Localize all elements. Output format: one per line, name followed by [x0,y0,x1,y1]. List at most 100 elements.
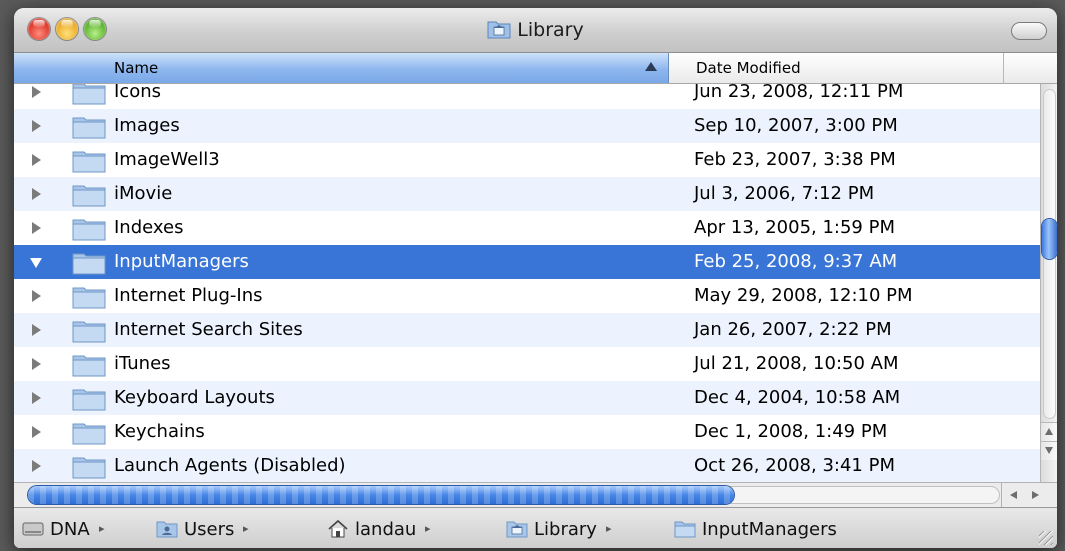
file-name: Keyboard Layouts [114,387,275,408]
disclosure-closed-icon[interactable] [32,460,41,472]
date-modified: Apr 13, 2005, 1:59 PM [694,217,895,238]
scrollbar-divider [1001,483,1002,507]
list-item[interactable]: Keychains Dec 1, 2008, 1:49 PM [14,415,1040,449]
scroll-down-arrow-icon[interactable] [1041,441,1057,460]
file-name: Indexes [114,217,184,238]
path-item-label: Library [534,519,597,540]
disclosure-closed-icon[interactable] [32,426,41,438]
vertical-scrollbar[interactable] [1040,84,1057,482]
home-icon [327,519,349,544]
folder-icon [72,353,106,377]
path-item-label: DNA [50,519,90,540]
folder-icon [72,217,106,241]
date-modified: Jun 23, 2008, 12:11 PM [694,84,904,102]
path-separator-icon: ▸ [99,522,105,535]
path-bar: DNA ▸ Users ▸ landau ▸ Library ▸ InputManagers [14,507,1057,548]
name-column-label: Name [114,59,159,77]
folder-icon [72,387,106,411]
list-item[interactable]: Icons Jun 23, 2008, 12:11 PM [14,84,1040,109]
file-name: ImageWell3 [114,149,220,170]
file-name: Images [114,115,180,136]
file-name: InputManagers [114,251,249,272]
list-item[interactable]: Internet Search Sites Jan 26, 2007, 2:22 … [14,313,1040,347]
date-modified: Jan 26, 2007, 2:22 PM [694,319,892,340]
library-folder-icon [506,519,528,544]
path-item[interactable]: landau [327,519,416,544]
resize-grip-icon[interactable] [1039,531,1053,545]
date-modified: Jul 3, 2006, 7:12 PM [694,183,875,204]
list-item[interactable]: ImageWell3 Feb 23, 2007, 3:38 PM [14,143,1040,177]
disclosure-closed-icon[interactable] [32,392,41,404]
folder-icon [72,421,106,445]
list-item[interactable]: Internet Plug-Ins May 29, 2008, 12:10 PM [14,279,1040,313]
window-title-text: Library [517,19,584,41]
date-modified: May 29, 2008, 12:10 PM [694,285,913,306]
disclosure-closed-icon[interactable] [32,358,41,370]
date-modified: Feb 23, 2007, 3:38 PM [694,149,896,170]
list-item[interactable]: Launch Agents (Disabled) Oct 26, 2008, 3:… [14,449,1040,482]
scroll-left-arrow-icon[interactable] [1004,485,1022,505]
date-modified: Sep 10, 2007, 3:00 PM [694,115,898,136]
library-folder-icon [487,21,511,39]
disclosure-closed-icon[interactable] [32,120,41,132]
folder-icon [72,183,106,207]
hard-drive-icon [22,519,44,544]
path-item-label: InputManagers [702,519,837,540]
users-folder-icon [156,519,178,544]
folder-icon [72,455,106,479]
folder-icon [674,519,696,544]
file-list[interactable]: Icons Jun 23, 2008, 12:11 PM Images Sep 10,… [14,84,1040,482]
list-item[interactable]: InputManagers Feb 25, 2008, 9:37 AM [14,245,1040,279]
path-separator-icon: ▸ [606,522,612,535]
list-item[interactable]: iTunes Jul 21, 2008, 10:50 AM [14,347,1040,381]
horizontal-scroll-thumb[interactable] [28,486,734,504]
file-name: Icons [114,84,162,102]
folder-icon [72,285,106,309]
path-separator-icon: ▸ [243,522,249,535]
date-modified: Jul 21, 2008, 10:50 AM [694,353,899,374]
path-item[interactable]: InputManagers [674,519,837,544]
file-name: Keychains [114,421,205,442]
disclosure-open-icon[interactable] [30,258,42,268]
disclosure-closed-icon[interactable] [32,324,41,336]
disclosure-closed-icon[interactable] [32,290,41,302]
path-item[interactable]: DNA [22,519,90,544]
folder-icon [72,149,106,173]
folder-icon [72,115,106,139]
horizontal-scrollbar[interactable] [14,482,1057,507]
vertical-scroll-thumb[interactable] [1042,219,1057,259]
file-name: Launch Agents (Disabled) [114,455,346,476]
list-item[interactable]: Keyboard Layouts Dec 4, 2004, 10:58 AM [14,381,1040,415]
disclosure-closed-icon[interactable] [32,86,41,98]
file-name: Internet Plug-Ins [114,285,263,306]
sort-ascending-icon [645,62,657,71]
toolbar-toggle-button[interactable] [1011,22,1047,40]
date-modified-column-label: Date Modified [696,59,801,77]
file-name: iTunes [114,353,171,374]
name-column-header[interactable]: Name [14,53,669,83]
disclosure-closed-icon[interactable] [32,188,41,200]
disclosure-closed-icon[interactable] [32,222,41,234]
folder-icon [72,84,106,105]
date-modified: Dec 1, 2008, 1:49 PM [694,421,888,442]
column-header-filler [1004,53,1057,83]
date-modified: Dec 4, 2004, 10:58 AM [694,387,901,408]
path-item-label: Users [184,519,235,540]
scroll-up-arrow-icon[interactable] [1041,422,1057,441]
list-item[interactable]: Indexes Apr 13, 2005, 1:59 PM [14,211,1040,245]
list-item[interactable]: iMovie Jul 3, 2006, 7:12 PM [14,177,1040,211]
column-header: Name Date Modified [14,53,1057,84]
path-item[interactable]: Library [506,519,597,544]
file-name: Internet Search Sites [114,319,303,340]
scroll-right-arrow-icon[interactable] [1026,485,1044,505]
title-bar[interactable]: Library [14,8,1057,53]
list-item[interactable]: Images Sep 10, 2007, 3:00 PM [14,109,1040,143]
date-modified: Oct 26, 2008, 3:41 PM [694,455,895,476]
date-modified: Feb 25, 2008, 9:37 AM [694,251,898,272]
path-item[interactable]: Users [156,519,234,544]
folder-icon [72,319,106,343]
file-name: iMovie [114,183,173,204]
finder-window: Library Name Date Modified Icons Jun 23, … [14,8,1057,548]
disclosure-closed-icon[interactable] [32,154,41,166]
date-modified-column-header[interactable]: Date Modified [669,53,1004,83]
